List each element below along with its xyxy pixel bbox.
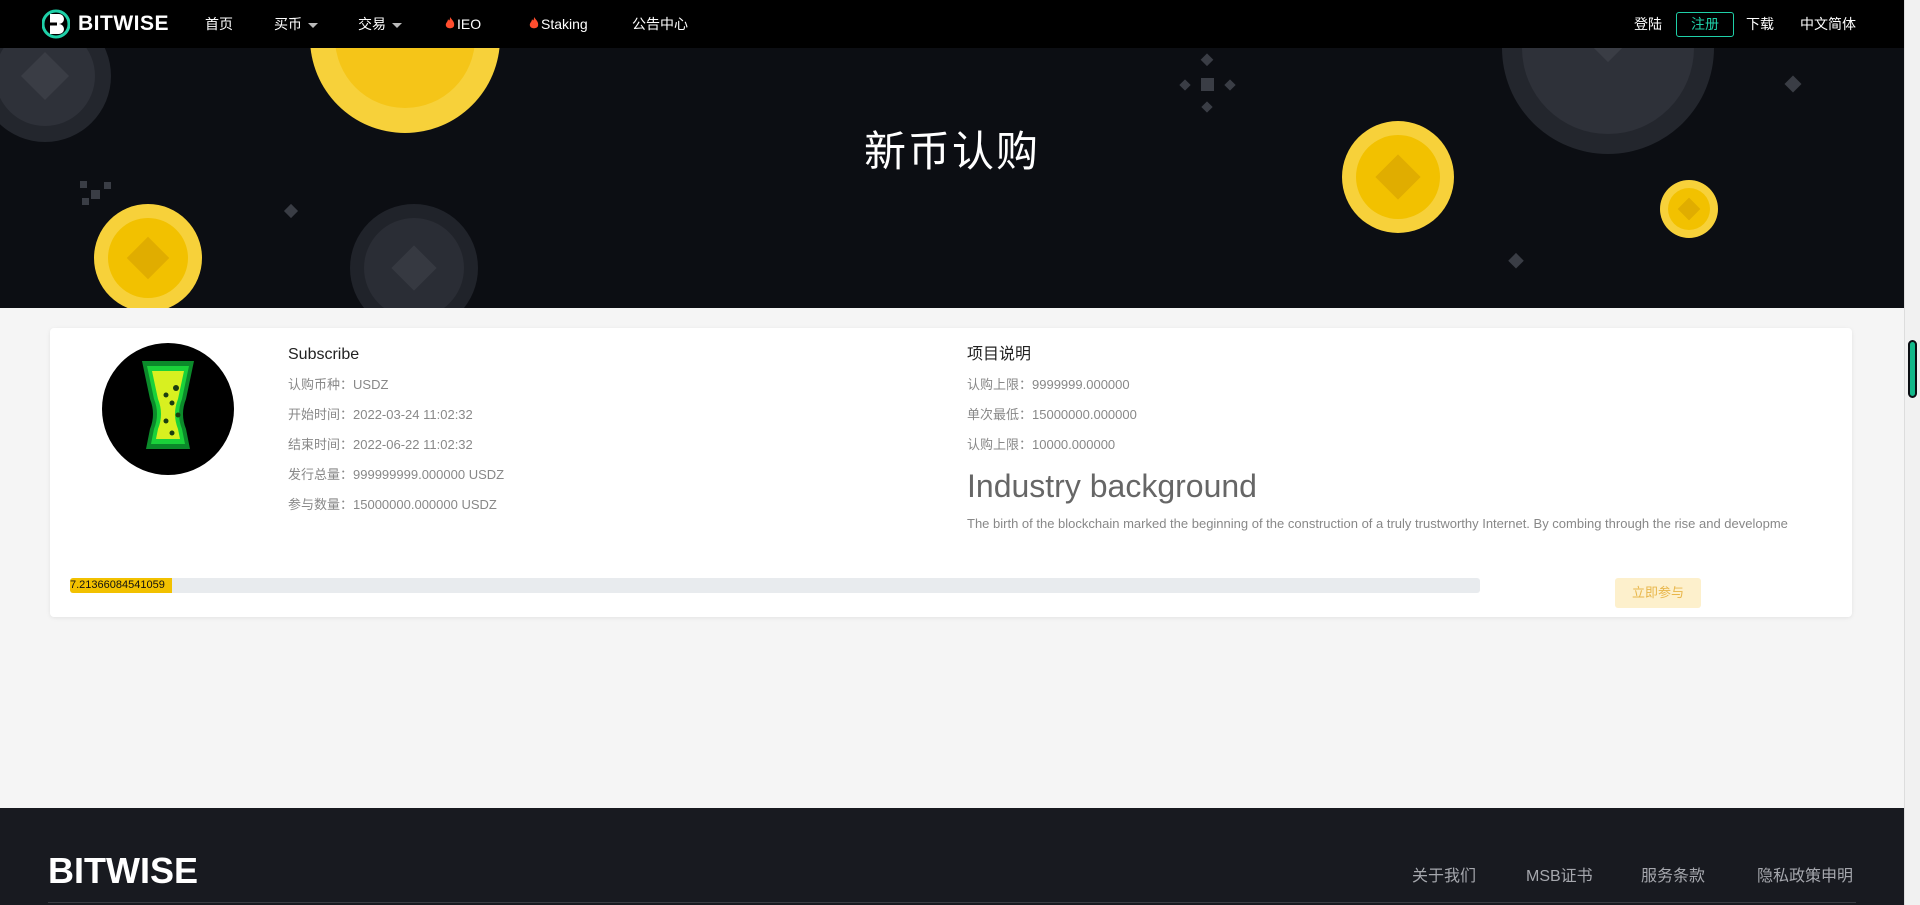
hero-banner: 新币认购 (0, 48, 1904, 308)
info-key: 发行总量： (288, 467, 354, 482)
project-info: 项目说明 认购上限：9999999.000000 单次最低：15000000.0… (967, 344, 1852, 531)
info-key: 认购币种： (288, 377, 354, 392)
subscription-card: Subscribe 认购币种：USDZ 开始时间：2022-03-24 11:0… (50, 328, 1852, 617)
fire-icon (445, 17, 455, 29)
info-key: 参与数量： (288, 497, 354, 512)
nav-trade[interactable]: 交易 (358, 0, 402, 48)
register-label: 注册 (1691, 16, 1719, 32)
info-row: 认购币种：USDZ (288, 374, 888, 404)
info-row: 单次最低：15000000.000000 (967, 404, 1852, 434)
nav-home-label: 首页 (205, 16, 233, 32)
info-row: 参与数量：15000000.000000 USDZ (288, 494, 888, 524)
nav-staking-label: Staking (541, 16, 588, 32)
progress-fill: 7.21366084541059 (70, 578, 172, 593)
progress-label: 7.21366084541059 (70, 579, 165, 591)
caret-down-icon (308, 22, 318, 28)
subscribe-info: Subscribe 认购币种：USDZ 开始时间：2022-03-24 11:0… (288, 344, 888, 524)
top-nav: BITWISE 首页 买币 交易 IEO Staking 公告中心 登陆 注册 … (0, 0, 1904, 48)
nav-ieo[interactable]: IEO (445, 0, 481, 48)
language-label: 中文简体 (1800, 16, 1856, 32)
fire-icon (529, 17, 539, 29)
info-value: 9999999.000000 (1032, 377, 1130, 392)
nav-staking[interactable]: Staking (529, 0, 588, 48)
bitwise-logo-icon (42, 9, 70, 39)
nav-buy-coin-label: 买币 (274, 16, 302, 32)
project-title: 项目说明 (967, 346, 1032, 363)
info-key: 认购上限： (967, 377, 1033, 392)
info-value: 2022-03-24 11:02:32 (353, 407, 473, 422)
industry-heading: Industry background (967, 468, 1257, 504)
footer-link-msb[interactable]: MSB证书 (1526, 862, 1593, 886)
page-scrollbar[interactable] (1904, 0, 1920, 905)
login-label: 登陆 (1634, 16, 1662, 32)
brand-name: BITWISE (78, 12, 169, 35)
info-row: 认购上限：10000.000000 (967, 434, 1852, 464)
progress-bar: 7.21366084541059 (70, 578, 1480, 593)
info-key: 开始时间： (288, 407, 354, 422)
info-key: 认购上限： (967, 437, 1033, 452)
nav-ieo-label: IEO (457, 16, 482, 32)
download-link[interactable]: 下载 (1746, 0, 1774, 48)
join-now-button[interactable]: 立即参与 (1615, 578, 1701, 608)
info-value: USDZ (353, 377, 389, 392)
footer-link-privacy[interactable]: 隐私政策申明 (1757, 862, 1853, 886)
nav-buy-coin[interactable]: 买币 (274, 0, 318, 48)
login-link[interactable]: 登陆 (1634, 0, 1662, 48)
info-row: 认购上限：9999999.000000 (967, 374, 1852, 404)
register-button[interactable]: 注册 (1676, 12, 1734, 37)
info-value: 15000000.000000 (1032, 407, 1137, 422)
scrollbar-thumb[interactable] (1908, 340, 1917, 398)
info-value: 10000.000000 (1032, 437, 1116, 452)
info-value: 2022-06-22 11:02:32 (353, 437, 473, 452)
language-selector[interactable]: 中文简体 (1800, 0, 1856, 48)
download-label: 下载 (1746, 16, 1774, 32)
subscribe-title: Subscribe (288, 346, 360, 363)
footer-link-about[interactable]: 关于我们 (1412, 862, 1476, 886)
nav-announcements[interactable]: 公告中心 (632, 0, 688, 48)
footer: BITWISE 关于我们 MSB证书 服务条款 隐私政策申明 (0, 808, 1904, 905)
info-key: 结束时间： (288, 437, 354, 452)
token-logo-icon (102, 343, 234, 475)
page-title: 新币认购 (863, 127, 1040, 176)
footer-brand: BITWISE (48, 850, 198, 891)
info-key: 单次最低： (967, 407, 1033, 422)
nav-trade-label: 交易 (358, 16, 386, 32)
caret-down-icon (392, 22, 402, 28)
footer-link-terms[interactable]: 服务条款 (1641, 862, 1705, 886)
industry-description: The birth of the blockchain marked the b… (967, 516, 1788, 531)
nav-announcements-label: 公告中心 (632, 16, 688, 32)
info-value: 999999999.000000 USDZ (353, 467, 505, 482)
footer-divider (48, 902, 1856, 903)
info-row: 发行总量：999999999.000000 USDZ (288, 464, 888, 494)
brand-logo[interactable]: BITWISE (42, 8, 169, 40)
info-value: 15000000.000000 USDZ (353, 497, 497, 512)
nav-home[interactable]: 首页 (205, 0, 233, 48)
info-row: 开始时间：2022-03-24 11:02:32 (288, 404, 888, 434)
info-row: 结束时间：2022-06-22 11:02:32 (288, 434, 888, 464)
